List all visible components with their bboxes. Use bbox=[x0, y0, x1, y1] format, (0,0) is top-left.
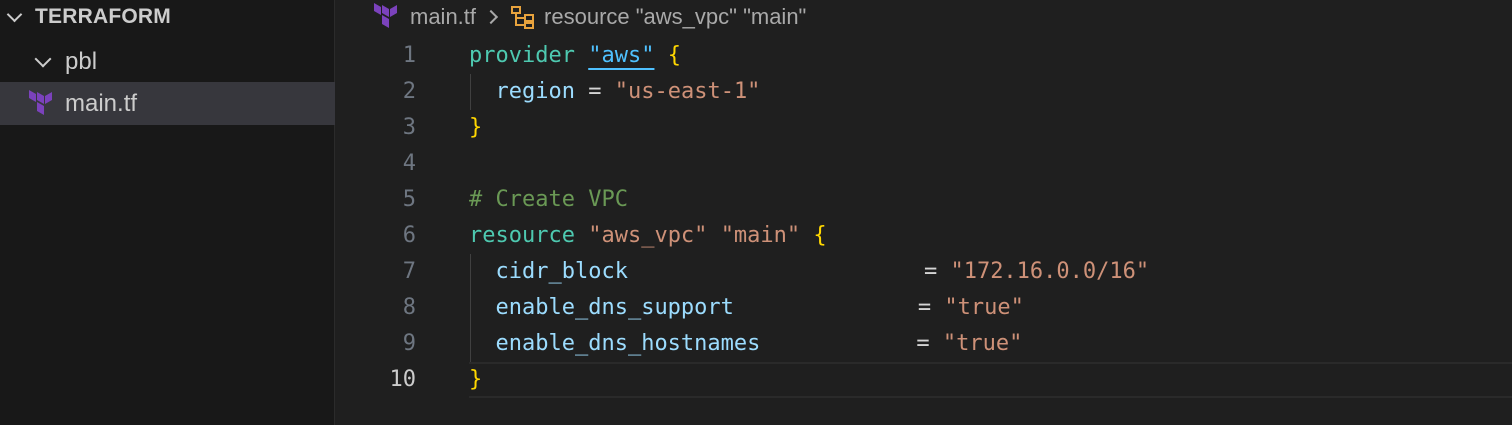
token-string: "true" bbox=[944, 295, 1024, 320]
line-number: 1 bbox=[402, 43, 416, 68]
symbol-structure-icon bbox=[510, 4, 536, 30]
token-operator: = bbox=[916, 331, 930, 356]
token-brace: { bbox=[813, 223, 827, 248]
token-attribute: cidr_block bbox=[495, 259, 628, 284]
token-string: "172.16.0.0/16" bbox=[950, 259, 1150, 284]
line-number: 9 bbox=[402, 331, 416, 356]
token-string: "us-east-1" bbox=[614, 79, 761, 104]
token-brace: { bbox=[667, 43, 681, 68]
line-content[interactable]: enable_dns_hostnames = "true" bbox=[469, 326, 1512, 362]
token-string-link[interactable]: "aws" bbox=[588, 43, 654, 68]
breadcrumb: main.tf resource "aws_vpc" "main" bbox=[372, 0, 806, 34]
vscode-window: TERRAFORM pbl main.tf main.tf resource "… bbox=[0, 0, 1512, 425]
line-number: 10 bbox=[389, 367, 417, 392]
code-line: 4 bbox=[336, 146, 1512, 182]
code-line: 7 cidr_block = "172.16.0.0/16" bbox=[336, 254, 1512, 290]
breadcrumb-symbol[interactable]: resource "aws_vpc" "main" bbox=[544, 4, 806, 30]
token-keyword: resource bbox=[469, 223, 575, 248]
line-number: 7 bbox=[402, 259, 416, 284]
token-string: "true" bbox=[942, 331, 1023, 356]
chevron-down-icon bbox=[34, 50, 52, 67]
explorer-sidebar: TERRAFORM pbl main.tf bbox=[0, 0, 335, 425]
line-number: 5 bbox=[402, 187, 416, 212]
line-number: 3 bbox=[402, 115, 416, 140]
terraform-icon bbox=[372, 3, 400, 31]
token-operator: = bbox=[917, 295, 932, 320]
line-content[interactable]: resource "aws_vpc" "main" { bbox=[469, 218, 1512, 254]
line-number: 2 bbox=[402, 79, 416, 104]
code-line: 1 provider "aws" { bbox=[336, 38, 1512, 74]
line-content[interactable] bbox=[469, 146, 1512, 182]
line-number: 4 bbox=[402, 151, 416, 176]
explorer-root-folder[interactable]: TERRAFORM bbox=[0, 0, 335, 34]
token-attribute: region bbox=[495, 79, 575, 104]
code-line: 9 enable_dns_hostnames = "true" bbox=[336, 326, 1512, 362]
chevron-down-icon bbox=[6, 6, 23, 22]
tree-file-main-tf[interactable]: main.tf bbox=[0, 82, 335, 125]
chevron-right-icon bbox=[483, 9, 499, 25]
token-attribute: enable_dns_support bbox=[495, 295, 734, 320]
code-line-current: 10 } bbox=[336, 362, 1512, 398]
line-content[interactable]: # Create VPC bbox=[469, 182, 1512, 218]
tree-file-label: main.tf bbox=[65, 89, 138, 117]
token-brace: } bbox=[469, 115, 483, 140]
line-number: 6 bbox=[402, 223, 416, 248]
line-content[interactable]: cidr_block = "172.16.0.0/16" bbox=[469, 254, 1512, 290]
terraform-icon bbox=[27, 89, 55, 118]
token-brace: } bbox=[469, 367, 483, 392]
line-content[interactable]: provider "aws" { bbox=[469, 38, 1512, 74]
line-content[interactable]: region = "us-east-1" bbox=[469, 74, 1512, 110]
token-comment: # Create VPC bbox=[469, 187, 628, 212]
token-operator: = bbox=[588, 79, 602, 104]
code-line: 8 enable_dns_support = "true" bbox=[336, 290, 1512, 326]
line-number: 8 bbox=[402, 295, 416, 320]
line-content[interactable]: } bbox=[469, 110, 1512, 146]
code-line: 5 # Create VPC bbox=[336, 182, 1512, 218]
code-line: 2 region = "us-east-1" bbox=[336, 74, 1512, 110]
explorer-root-label: TERRAFORM bbox=[35, 5, 171, 28]
code-line: 3 } bbox=[336, 110, 1512, 146]
line-content[interactable]: } bbox=[469, 362, 1512, 398]
token-attribute: enable_dns_hostnames bbox=[495, 331, 761, 356]
breadcrumb-file[interactable]: main.tf bbox=[410, 4, 476, 30]
token-keyword: provider bbox=[469, 43, 575, 68]
line-content[interactable]: enable_dns_support = "true" bbox=[469, 290, 1512, 326]
tree-folder-label: pbl bbox=[65, 47, 98, 75]
code-line: 6 resource "aws_vpc" "main" { bbox=[336, 218, 1512, 254]
token-string: "main" bbox=[720, 223, 801, 248]
token-string: "aws_vpc" bbox=[588, 223, 708, 248]
token-operator: = bbox=[923, 259, 938, 284]
code-editor[interactable]: 1 provider "aws" { 2 region = "us-east-1… bbox=[336, 38, 1512, 425]
tree-folder-pbl[interactable]: pbl bbox=[0, 40, 335, 83]
